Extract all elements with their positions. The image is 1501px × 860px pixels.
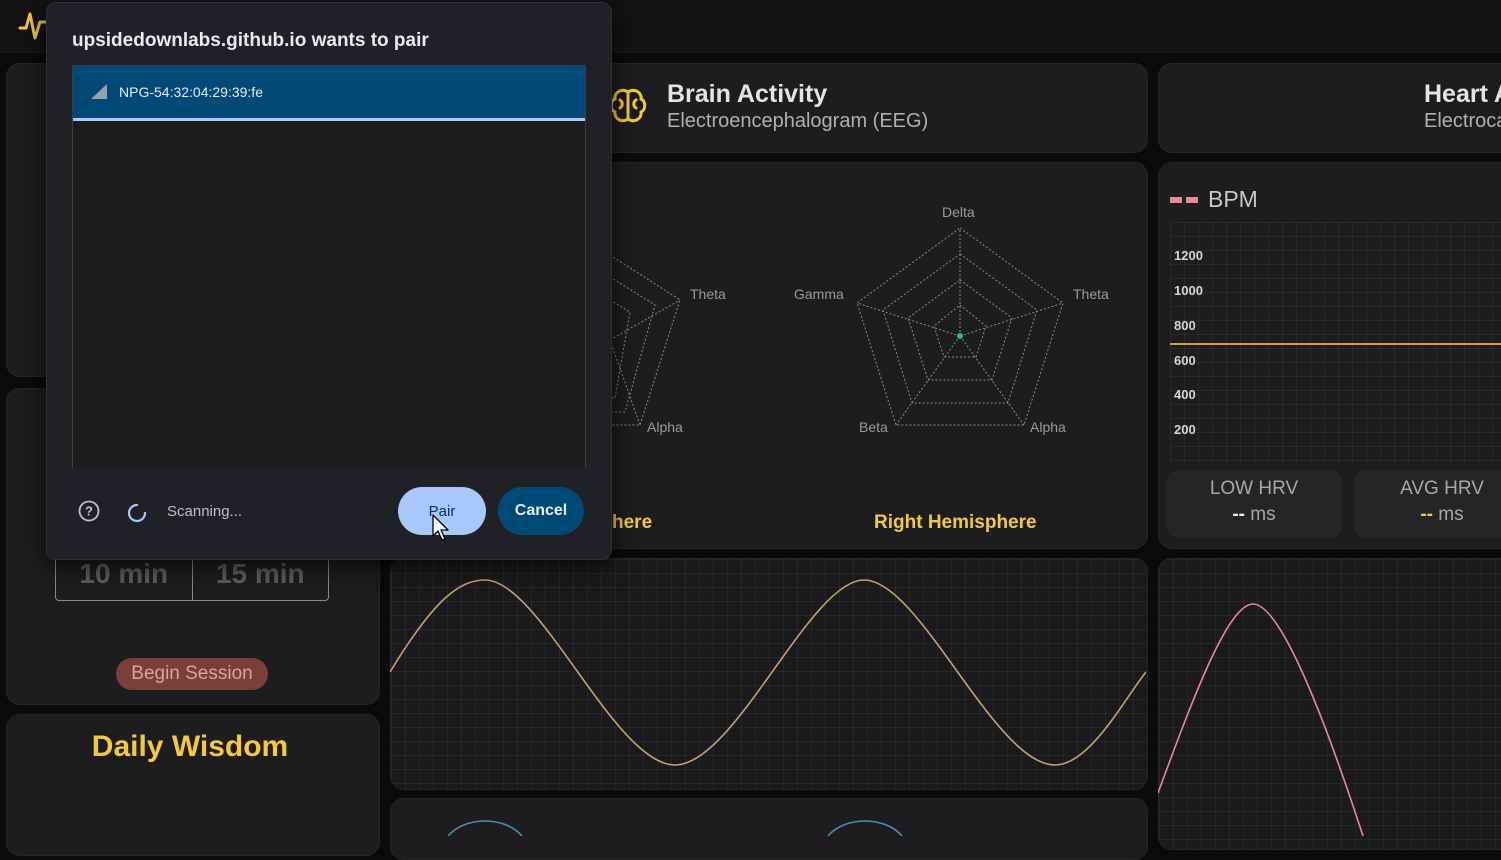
device-name: NPG-54:32:04:29:39:fe [119, 84, 263, 100]
bpm-ytick-400: 400 [1174, 387, 1196, 402]
help-icon[interactable]: ? [78, 500, 100, 522]
low-hrv-value: -- ms [1166, 504, 1342, 526]
bpm-level-line [1170, 343, 1501, 345]
ecg-waveform [1158, 603, 1364, 836]
avg-hrv-number: -- [1420, 504, 1434, 525]
daily-wisdom-title: Daily Wisdom [91, 730, 289, 763]
bpm-legend-swatch [1170, 196, 1198, 203]
avg-hrv-value: -- ms [1354, 504, 1501, 526]
heart-activity-subtitle: Electroca [1424, 110, 1501, 132]
left-hemisphere-label: here [612, 512, 653, 533]
avg-hrv-unit: ms [1438, 504, 1464, 525]
bluetooth-pair-dialog: upsidedownlabs.github.io wants to pair N… [46, 2, 612, 560]
avg-hrv-card: AVG HRV -- ms [1354, 470, 1501, 538]
scanning-status: Scanning... [167, 503, 243, 520]
bpm-ytick-600: 600 [1174, 353, 1196, 368]
right-hemisphere-radar [856, 227, 1064, 426]
low-hrv-unit: ms [1250, 504, 1276, 525]
eeg-waveform [390, 579, 1146, 766]
radar-label-delta: Delta [942, 204, 975, 220]
cursor-icon [432, 514, 449, 541]
device-list-item[interactable]: NPG-54:32:04:29:39:fe [73, 66, 585, 121]
svg-text:?: ? [85, 504, 93, 519]
radar-label-alpha: Alpha [1030, 419, 1066, 435]
low-hrv-label: LOW HRV [1209, 478, 1299, 499]
bpm-ytick-1000: 1000 [1174, 283, 1203, 298]
radar-label-gamma: Gamma [794, 286, 844, 302]
low-hrv-number: -- [1232, 504, 1246, 525]
heart-activity-title: Heart A [1424, 80, 1501, 108]
cancel-button[interactable]: Cancel [498, 487, 584, 535]
bpm-ytick-1200: 1200 [1174, 248, 1203, 263]
bottom-partial-arcs [447, 820, 903, 836]
bpm-legend-label: BPM [1208, 186, 1258, 212]
pulse-logo-icon[interactable] [18, 8, 48, 42]
right-hemisphere-label: Right Hemisphere [874, 512, 1037, 533]
brain-activity-title: Brain Activity [667, 80, 828, 108]
device-list[interactable]: NPG-54:32:04:29:39:fe [72, 65, 586, 468]
radar-left-label-alpha: Alpha [647, 419, 683, 435]
radar-label-beta: Beta [859, 419, 888, 435]
radar-left-label-theta: Theta [690, 286, 726, 302]
signal-icon [91, 84, 107, 99]
radar-label-theta: Theta [1073, 286, 1109, 302]
begin-session-button[interactable]: Begin Session [116, 658, 268, 690]
bpm-ytick-200: 200 [1174, 422, 1196, 437]
bpm-legend: BPM [1170, 186, 1258, 213]
bpm-ytick-800: 800 [1174, 318, 1196, 333]
brain-activity-subtitle: Electroencephalogram (EEG) [667, 110, 929, 132]
low-hrv-card: LOW HRV -- ms [1166, 470, 1342, 538]
spinner-icon [127, 503, 147, 523]
avg-hrv-label: AVG HRV [1400, 478, 1484, 499]
dialog-title: upsidedownlabs.github.io wants to pair [72, 30, 429, 51]
brain-icon [609, 88, 647, 123]
